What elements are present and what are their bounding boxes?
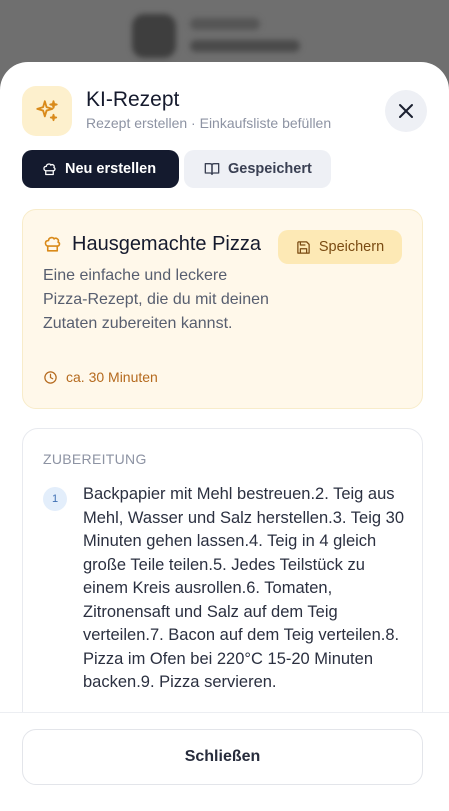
sheet-footer: Schließen xyxy=(0,712,449,811)
recipe-duration: ca. 30 Minuten xyxy=(43,369,158,385)
clock-icon xyxy=(43,370,58,385)
save-label: Speichern xyxy=(318,239,385,255)
save-recipe-button[interactable]: Speichern xyxy=(278,230,402,264)
recipe-description: Eine einfache und leckere Pizza-Rezept, … xyxy=(43,267,269,332)
background-avatar xyxy=(132,14,176,58)
sheet-subtitle: Rezept erstellen · Einkaufsliste befülle… xyxy=(86,115,332,131)
preparation-card: ZUBEREITUNG 1 Backpapier mit Mehl bestre… xyxy=(22,428,423,728)
sheet-title: KI-Rezept xyxy=(86,88,180,111)
recipe-title: Hausgemachte Pizza xyxy=(43,233,261,256)
duration-text: ca. 30 Minuten xyxy=(66,369,158,385)
close-button[interactable] xyxy=(385,90,427,132)
step-text: Backpapier mit Mehl bestreuen.2. Teig au… xyxy=(83,485,405,691)
step-number-badge: 1 xyxy=(43,487,67,511)
close-icon xyxy=(398,103,414,119)
background-text xyxy=(190,18,260,30)
chef-hat-icon xyxy=(43,235,62,254)
tab-saved[interactable]: Gespeichert xyxy=(184,150,331,188)
close-sheet-button[interactable]: Schließen xyxy=(22,729,423,785)
tab-label: Neu erstellen xyxy=(65,161,157,177)
preparation-heading: ZUBEREITUNG xyxy=(43,451,147,467)
floppy-disk-icon xyxy=(296,240,311,255)
book-open-icon xyxy=(204,161,220,177)
recipe-title-text: Hausgemachte Pizza xyxy=(72,233,261,255)
recipe-sheet: KI-Rezept Rezept erstellen · Einkaufslis… xyxy=(0,62,449,811)
tab-label: Gespeichert xyxy=(228,161,312,177)
sparkles-icon xyxy=(22,86,72,136)
sheet-header: KI-Rezept Rezept erstellen · Einkaufslis… xyxy=(22,86,427,136)
tab-new-recipe[interactable]: Neu erstellen xyxy=(22,150,179,188)
recipe-summary-card: Hausgemachte Pizza Speichern Eine einfac… xyxy=(22,209,423,409)
background-text xyxy=(190,40,300,52)
chef-hat-icon xyxy=(42,162,57,177)
